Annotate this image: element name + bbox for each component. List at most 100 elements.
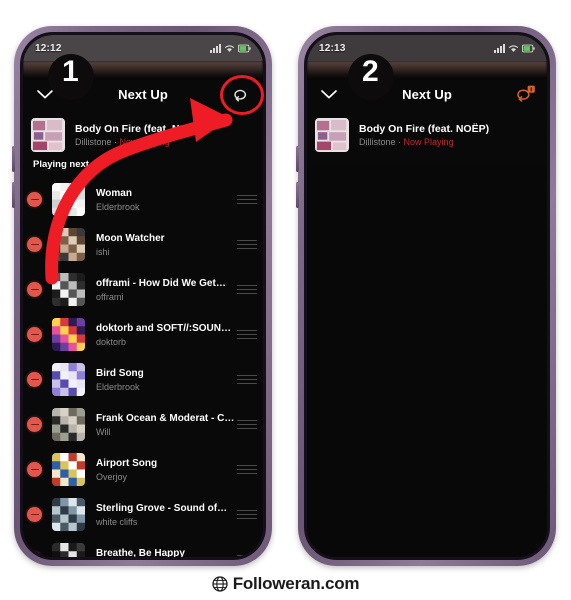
phone1-now-playing-subtitle: Dillistone · Now Playing bbox=[75, 137, 205, 147]
drag-handle-icon[interactable] bbox=[237, 194, 257, 205]
signal-icon bbox=[494, 43, 505, 53]
drag-handle-icon[interactable] bbox=[237, 329, 257, 340]
drag-handle-icon[interactable] bbox=[237, 509, 257, 520]
remove-from-queue-button[interactable] bbox=[27, 282, 42, 297]
phone2-now-playing-subtitle: Dillistone · Now Playing bbox=[359, 137, 489, 147]
remove-from-queue-button[interactable] bbox=[27, 192, 42, 207]
drag-handle-line bbox=[237, 472, 257, 475]
queue-row-artist: offrami bbox=[96, 291, 124, 302]
album-art-offrami bbox=[52, 273, 85, 306]
minus-circle-icon bbox=[30, 423, 39, 426]
queue-row[interactable]: Airport Song Overjoy bbox=[23, 447, 263, 492]
minus-circle-icon bbox=[30, 378, 39, 381]
phone1-now-playing-status: Now Playing bbox=[119, 137, 170, 147]
drag-handle-line bbox=[237, 194, 257, 197]
phone1-volume-down[interactable] bbox=[12, 182, 15, 208]
queue-row-title: Moon Watcher bbox=[96, 232, 165, 244]
repeat-button-highlight bbox=[220, 75, 264, 115]
album-art-moon-watcher bbox=[52, 228, 85, 261]
album-art-woman bbox=[52, 183, 85, 216]
queue-row[interactable]: Woman Elderbrook bbox=[23, 177, 263, 222]
queue-row-artist: white cliffs bbox=[96, 516, 138, 527]
phone2-repeat-one-button[interactable] bbox=[503, 85, 547, 103]
phone2-volume-up[interactable] bbox=[296, 146, 299, 172]
drag-handle-line bbox=[237, 513, 257, 516]
remove-from-queue-button[interactable] bbox=[27, 327, 42, 342]
phone1-now-playing-title: Body On Fire (feat. NOËP) bbox=[75, 123, 206, 135]
phone1-status-icons bbox=[210, 43, 251, 53]
queue-row[interactable]: Bird Song Elderbrook bbox=[23, 357, 263, 402]
battery-icon bbox=[238, 44, 251, 52]
drag-handle-line bbox=[237, 247, 257, 250]
queue-row-artist: Elderbrook bbox=[96, 381, 140, 392]
phone1-clock: 12:12 bbox=[35, 42, 62, 54]
phone2-now-playing-text: Body On Fire (feat. NOËP) Dillistone · N… bbox=[359, 123, 489, 147]
drag-handle-icon[interactable] bbox=[237, 554, 257, 557]
phone2-now-playing-row[interactable]: Body On Fire (feat. NOËP) Dillistone · N… bbox=[307, 113, 547, 157]
drag-handle-icon[interactable] bbox=[237, 464, 257, 475]
drag-handle-line bbox=[237, 423, 257, 426]
remove-from-queue-button[interactable] bbox=[27, 552, 42, 557]
remove-from-queue-button[interactable] bbox=[27, 237, 42, 252]
queue-row[interactable]: offrami - How Did We Get… offrami bbox=[23, 267, 263, 312]
drag-handle-icon[interactable] bbox=[237, 284, 257, 295]
drag-handle-line bbox=[237, 329, 257, 332]
phone1-now-playing-separator: · bbox=[114, 137, 118, 147]
phone2-status-icons bbox=[494, 43, 535, 53]
queue-row-text: Breathe, Be Happy Tep No bbox=[96, 548, 237, 558]
queue-row-text: Bird Song Elderbrook bbox=[96, 368, 237, 392]
drag-handle-icon[interactable] bbox=[237, 374, 257, 385]
phone1-now-playing-artist: Dillistone bbox=[75, 137, 112, 147]
phone2-collapse-button[interactable] bbox=[307, 89, 351, 100]
phone1-section-label: Playing next bbox=[33, 159, 89, 170]
drag-handle-line bbox=[237, 427, 257, 430]
drag-handle-line bbox=[237, 468, 257, 471]
album-art-image bbox=[52, 363, 85, 396]
remove-from-queue-button[interactable] bbox=[27, 417, 42, 432]
queue-row-title: Bird Song bbox=[96, 367, 144, 379]
phone1-screen: 12:12 Next Up Body On Fire (feat. NOËP) … bbox=[23, 35, 263, 557]
wifi-icon bbox=[508, 44, 519, 52]
battery-icon bbox=[522, 44, 535, 52]
drag-handle-icon[interactable] bbox=[237, 419, 257, 430]
drag-handle-icon[interactable] bbox=[237, 239, 257, 250]
queue-row-artist: Will bbox=[96, 426, 111, 437]
queue-row[interactable]: Moon Watcher ishi bbox=[23, 222, 263, 267]
remove-from-queue-button[interactable] bbox=[27, 462, 42, 477]
queue-row[interactable]: doktorb and SOFT//:SOUN… doktorb bbox=[23, 312, 263, 357]
globe-icon bbox=[212, 576, 228, 592]
queue-row-artist: doktorb bbox=[96, 336, 127, 347]
queue-row-artist: ishi bbox=[96, 246, 110, 257]
album-art-image bbox=[52, 453, 85, 486]
drag-handle-line bbox=[237, 554, 257, 557]
phone1-now-playing-row[interactable]: Body On Fire (feat. NOËP) Dillistone · N… bbox=[23, 113, 263, 157]
step-2-badge: 2 bbox=[362, 55, 379, 88]
phone-2: 12:13 Next Up Body On Fire (feat. NOËP) … bbox=[296, 26, 556, 566]
remove-from-queue-button[interactable] bbox=[27, 372, 42, 387]
drag-handle-line bbox=[237, 288, 257, 291]
drag-handle-line bbox=[237, 419, 257, 422]
album-art-image bbox=[316, 119, 348, 151]
chevron-down-icon bbox=[321, 89, 337, 98]
drag-handle-line bbox=[237, 382, 257, 385]
phone2-now-playing-artist: Dillistone bbox=[359, 137, 396, 147]
minus-circle-icon bbox=[30, 333, 39, 336]
phone2-now-playing-status: Now Playing bbox=[403, 137, 454, 147]
album-art-image bbox=[52, 273, 85, 306]
repeat-one-icon bbox=[516, 85, 535, 102]
queue-row[interactable]: Frank Ocean & Moderat - C… Will bbox=[23, 402, 263, 447]
remove-from-queue-button[interactable] bbox=[27, 507, 42, 522]
phone1-volume-up[interactable] bbox=[12, 146, 15, 172]
queue-row[interactable]: Breathe, Be Happy Tep No bbox=[23, 537, 263, 557]
queue-row[interactable]: Sterling Grove - Sound of… white cliffs bbox=[23, 492, 263, 537]
phone2-blurred-backdrop bbox=[307, 61, 547, 77]
queue-row-text: Sterling Grove - Sound of… white cliffs bbox=[96, 503, 237, 527]
minus-circle-icon bbox=[30, 468, 39, 471]
phone2-empty-queue-area bbox=[307, 165, 547, 557]
album-art-image bbox=[52, 183, 85, 216]
minus-circle-icon bbox=[30, 513, 39, 516]
phone1-queue-list[interactable]: Woman Elderbrook Moon Watcher ishi offra… bbox=[23, 177, 263, 557]
album-art-airport-song bbox=[52, 453, 85, 486]
queue-row-title: doktorb and SOFT//:SOUN… bbox=[96, 322, 231, 334]
phone2-volume-down[interactable] bbox=[296, 182, 299, 208]
